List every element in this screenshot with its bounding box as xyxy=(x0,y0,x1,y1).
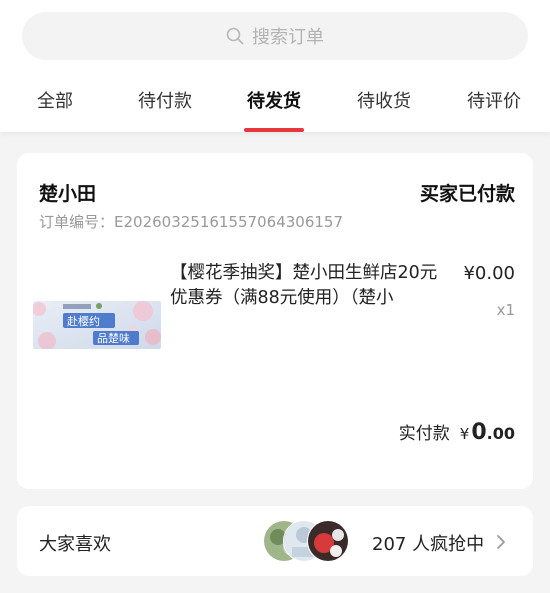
product-price: ¥0.00 xyxy=(463,263,515,284)
tab-pending-review[interactable]: 待评价 xyxy=(467,84,521,124)
active-tab-indicator xyxy=(244,128,304,132)
recommend-card[interactable]: 大家喜欢 207 人疯抢中 xyxy=(17,506,533,576)
order-card[interactable]: 楚小田 买家已付款 订单编号：E20260325161557064306157 … xyxy=(17,153,533,489)
banner-text-1: 赴樱约 xyxy=(67,314,100,328)
tab-pending-payment[interactable]: 待付款 xyxy=(138,84,192,124)
search-icon xyxy=(226,27,244,45)
paid-label: 实付款 xyxy=(398,424,450,444)
order-tabs: 全部 待付款 待发货 待收货 待评价 xyxy=(0,84,550,124)
order-status: 买家已付款 xyxy=(419,183,515,205)
banner-text-2: 品楚味 xyxy=(97,331,130,345)
rush-count: 207 人疯抢中 xyxy=(372,534,485,555)
tab-all[interactable]: 全部 xyxy=(37,84,73,124)
product-quantity: x1 xyxy=(496,301,515,319)
avatar xyxy=(307,520,349,562)
tab-pending-receipt[interactable]: 待收货 xyxy=(357,84,411,124)
shop-name[interactable]: 楚小田 xyxy=(39,179,96,206)
search-placeholder: 搜索订单 xyxy=(252,27,324,48)
product-title[interactable]: 【樱花季抽奖】楚小田生鲜店20元优惠券（满88元使用）（楚小 xyxy=(170,261,445,311)
order-number: 订单编号：E20260325161557064306157 xyxy=(39,211,343,232)
paid-amount: 实付款 ¥ 0 .00 xyxy=(399,419,515,445)
paid-amount-integer: 0 xyxy=(471,420,487,445)
tab-pending-shipment[interactable]: 待发货 xyxy=(247,84,301,124)
product-banner-image: 赴樱约 品楚味 xyxy=(33,301,161,349)
chevron-right-icon[interactable] xyxy=(495,533,507,551)
buyer-avatars xyxy=(263,520,363,562)
order-number-label: 订单编号： xyxy=(39,213,115,231)
paid-amount-decimal: .00 xyxy=(486,424,515,443)
search-bar[interactable]: 搜索订单 xyxy=(22,12,528,60)
order-number-value: E20260325161557064306157 xyxy=(114,213,343,231)
paid-currency: ¥ xyxy=(459,425,470,443)
product-image[interactable]: 赴樱约 品楚味 xyxy=(33,301,161,349)
recommend-label: 大家喜欢 xyxy=(39,534,111,555)
header: 搜索订单 全部 待付款 待发货 待收货 待评价 xyxy=(0,0,550,132)
